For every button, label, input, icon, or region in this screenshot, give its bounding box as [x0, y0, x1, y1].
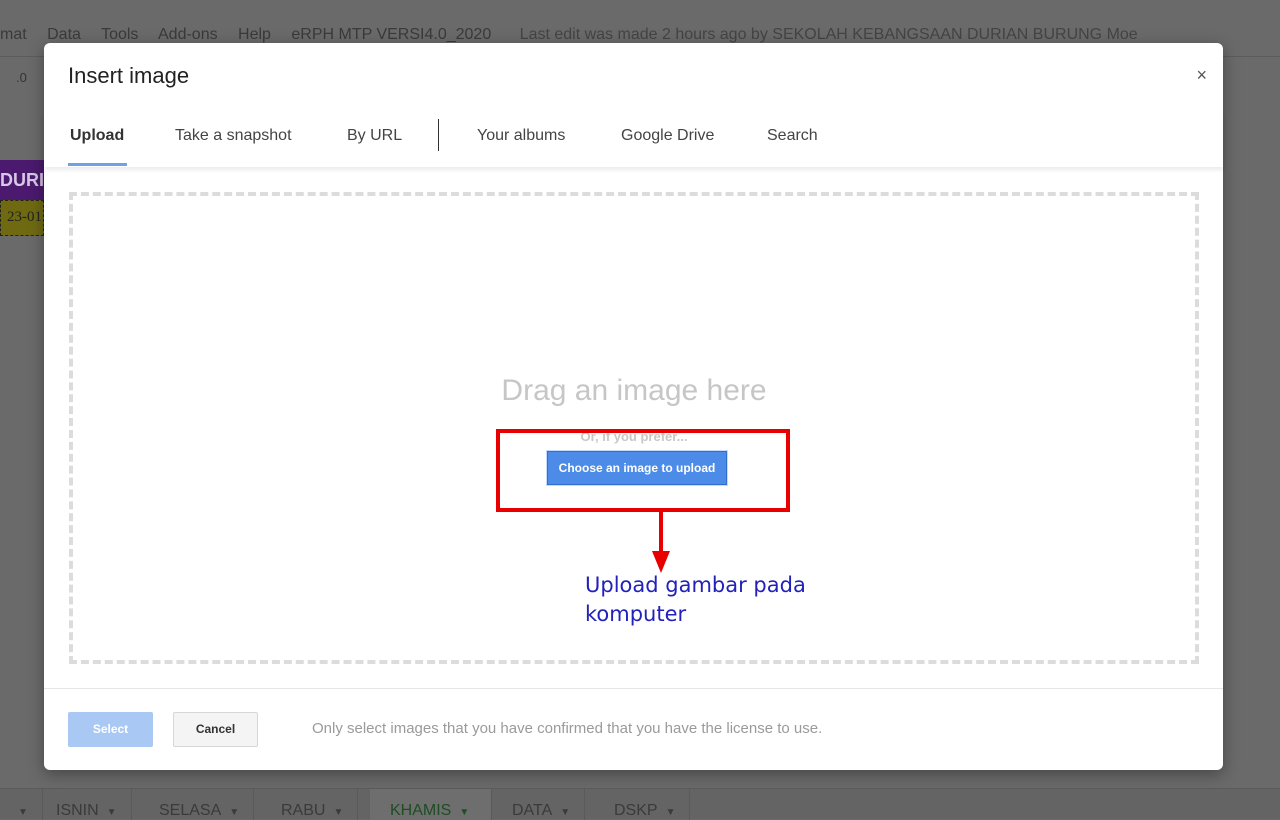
- close-icon[interactable]: ×: [1196, 65, 1207, 86]
- decimal-button[interactable]: .0: [16, 70, 27, 85]
- tab-search[interactable]: Search: [767, 127, 818, 145]
- sheet-cell-date[interactable]: 23-01: [0, 200, 44, 236]
- sheet-tab-label: SELASA: [159, 802, 222, 819]
- license-note: Only select images that you have confirm…: [312, 720, 823, 737]
- menu-erph[interactable]: eRPH MTP VERSI4.0_2020: [291, 26, 491, 43]
- sheet-tab-label: ISNIN: [56, 802, 99, 819]
- dialog-title: Insert image: [68, 63, 190, 88]
- tab-google-drive[interactable]: Google Drive: [621, 127, 714, 145]
- caret-down-icon: ▼: [459, 807, 470, 818]
- caret-down-icon: ▼: [665, 807, 676, 818]
- annotation-highlight-box: [496, 429, 790, 512]
- tab-take-snapshot[interactable]: Take a snapshot: [175, 127, 292, 145]
- sheet-tab[interactable]: SELASA ▼: [145, 789, 255, 820]
- sheet-tab[interactable]: RABU ▼: [267, 789, 359, 820]
- tab-separator: [438, 119, 439, 151]
- drag-text: Drag an image here: [501, 374, 767, 407]
- sheet-tab-bar: ▼ ISNIN ▼ SELASA ▼ RABU ▼ KHAMIS ▼ DATA ▼ DSK…: [0, 788, 1280, 820]
- sheet-cell-header[interactable]: DURIAN: [0, 160, 44, 200]
- menu-help[interactable]: Help: [238, 26, 271, 43]
- tab-your-albums[interactable]: Your albums: [477, 127, 565, 145]
- caret-down-icon: ▼: [333, 807, 344, 818]
- select-button[interactable]: Select: [68, 712, 153, 747]
- active-tab-indicator: [68, 163, 127, 166]
- menu-tools[interactable]: Tools: [101, 26, 138, 43]
- annotation-arrow-shaft: [659, 512, 663, 554]
- annotation-arrow-icon: [652, 551, 670, 573]
- footer-divider: [44, 688, 1223, 689]
- sheet-tab[interactable]: DSKP ▼: [600, 789, 691, 820]
- sheet-tab[interactable]: DATA ▼: [498, 789, 586, 820]
- sheet-tab-label: DSKP: [614, 802, 658, 819]
- menu-data[interactable]: Data: [47, 26, 81, 43]
- caret-down-icon: ▼: [18, 807, 28, 818]
- sheet-tab-prev[interactable]: ▼: [0, 789, 43, 820]
- caret-down-icon: ▼: [229, 807, 240, 818]
- caret-down-icon: ▼: [106, 807, 117, 818]
- sheet-tab-label: KHAMIS: [390, 802, 452, 819]
- caret-down-icon: ▼: [560, 807, 571, 818]
- tab-by-url[interactable]: By URL: [347, 127, 402, 145]
- last-edit-link[interactable]: Last edit was made 2 hours ago by SEKOLA…: [520, 26, 1138, 43]
- tab-upload[interactable]: Upload: [70, 127, 124, 145]
- cancel-button[interactable]: Cancel: [173, 712, 258, 747]
- sheet-tab-label: RABU: [281, 802, 326, 819]
- sheet-tab[interactable]: ISNIN ▼: [42, 789, 132, 820]
- tab-bar: Upload Take a snapshot By URL Your album…: [44, 113, 1223, 167]
- insert-image-dialog: Insert image × Upload Take a snapshot By…: [44, 43, 1223, 770]
- sheet-tab-label: DATA: [512, 802, 553, 819]
- menu-addons[interactable]: Add-ons: [158, 26, 218, 43]
- sheet-tab-active[interactable]: KHAMIS ▼: [370, 789, 492, 820]
- annotation-text: Upload gambar pada komputer: [585, 573, 806, 626]
- menu-format[interactable]: mat: [0, 26, 27, 43]
